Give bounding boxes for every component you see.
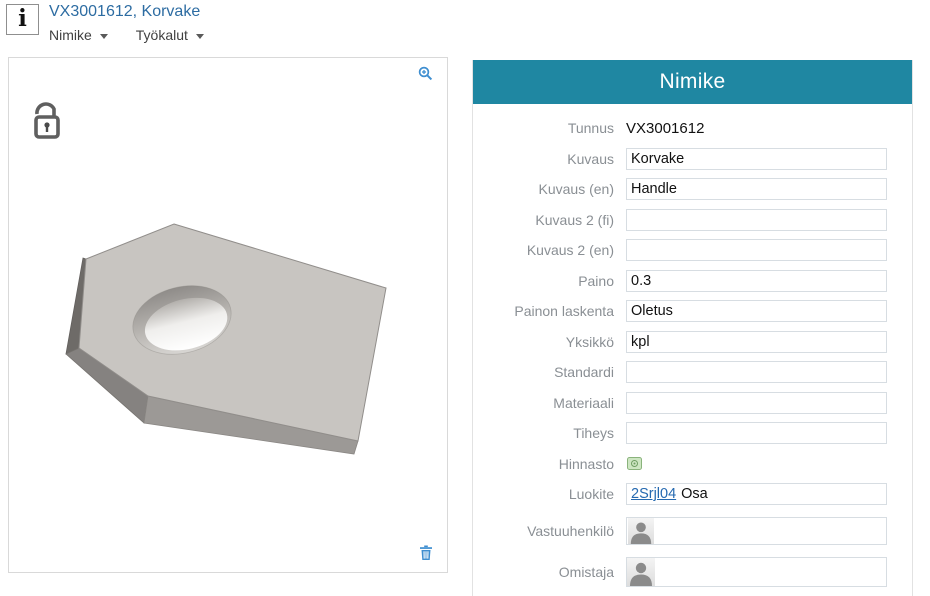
kuvaus-input[interactable] [626, 148, 887, 170]
field-label: Hinnasto [473, 456, 626, 472]
menu-bar: Nimike Työkalut [49, 27, 204, 43]
field-row-kuvaus: Kuvaus [473, 148, 912, 170]
painon-laskenta-input[interactable] [626, 300, 887, 322]
field-row-standardi: Standardi [473, 361, 912, 383]
luokite-type: Osa [681, 486, 708, 502]
kuvaus2-en-input[interactable] [626, 239, 887, 261]
field-label: Yksikkö [473, 334, 626, 350]
field-label: Vastuuhenkilö [473, 523, 626, 539]
field-row-materiaali: Materiaali [473, 392, 912, 414]
field-row-omistaja: Omistaja [473, 557, 912, 587]
field-label: Tiheys [473, 425, 626, 441]
field-label: Kuvaus (en) [473, 181, 626, 197]
person-avatar-icon [627, 518, 655, 544]
paino-input[interactable] [626, 270, 887, 292]
menu-tyokalut[interactable]: Työkalut [136, 27, 204, 43]
standardi-input[interactable] [626, 361, 887, 383]
field-label: Tunnus [473, 120, 626, 136]
field-row-tunnus: Tunnus VX3001612 [473, 117, 912, 139]
field-label: Paino [473, 273, 626, 289]
menu-nimike[interactable]: Nimike [49, 27, 108, 43]
yksikko-input[interactable] [626, 331, 887, 353]
field-row-vastuuhenkilo: Vastuuhenkilö [473, 517, 912, 545]
chevron-down-icon [196, 34, 204, 39]
panel-title: Nimike [473, 60, 912, 104]
field-label: Materiaali [473, 395, 626, 411]
luokite-link[interactable]: 2Srjl04 [631, 486, 676, 502]
materiaali-input[interactable] [626, 392, 887, 414]
field-label: Luokite [473, 486, 626, 502]
part-3d-viewer[interactable] [8, 57, 448, 573]
omistaja-picker[interactable] [626, 557, 887, 587]
field-label: Kuvaus 2 (en) [473, 242, 626, 258]
field-row-luokite: Luokite 2Srjl04 Osa [473, 483, 912, 505]
chevron-down-icon [100, 34, 108, 39]
field-row-yksikko: Yksikkö [473, 331, 912, 353]
field-row-kuvaus-en: Kuvaus (en) [473, 178, 912, 200]
open-padlock-icon[interactable] [29, 98, 63, 140]
field-label: Standardi [473, 364, 626, 380]
page-title: VX3001612, Korvake [49, 3, 200, 21]
kuvaus2-fi-input[interactable] [626, 209, 887, 231]
zoom-in-icon[interactable] [418, 66, 433, 81]
field-label: Omistaja [473, 564, 626, 580]
person-avatar-icon [627, 558, 655, 586]
app-window: i VX3001612, Korvake Nimike Työkalut [0, 0, 930, 596]
field-row-hinnasto: Hinnasto [473, 453, 912, 475]
properties-form: Tunnus VX3001612 Kuvaus Kuvaus (en) Kuva… [473, 104, 912, 587]
vastuuhenkilo-picker[interactable] [626, 517, 887, 545]
header-bar: i VX3001612, Korvake Nimike Työkalut [0, 0, 930, 52]
field-row-painon-laskenta: Painon laskenta [473, 300, 912, 322]
tiheys-input[interactable] [626, 422, 887, 444]
part-3d-view[interactable] [9, 58, 447, 572]
properties-panel: Nimike Tunnus VX3001612 Kuvaus Kuvaus (e… [472, 60, 913, 596]
trash-icon[interactable] [419, 545, 433, 560]
luokite-box: 2Srjl04 Osa [626, 483, 887, 505]
kuvaus-en-input[interactable] [626, 178, 887, 200]
field-label: Painon laskenta [473, 303, 626, 319]
field-label: Kuvaus 2 (fi) [473, 212, 626, 228]
field-label: Kuvaus [473, 151, 626, 167]
tunnus-value: VX3001612 [626, 120, 704, 137]
field-row-paino: Paino [473, 270, 912, 292]
field-row-kuvaus2-fi: Kuvaus 2 (fi) [473, 209, 912, 231]
field-row-kuvaus2-en: Kuvaus 2 (en) [473, 239, 912, 261]
field-row-tiheys: Tiheys [473, 422, 912, 444]
money-icon[interactable] [627, 457, 642, 470]
info-icon: i [6, 4, 39, 35]
